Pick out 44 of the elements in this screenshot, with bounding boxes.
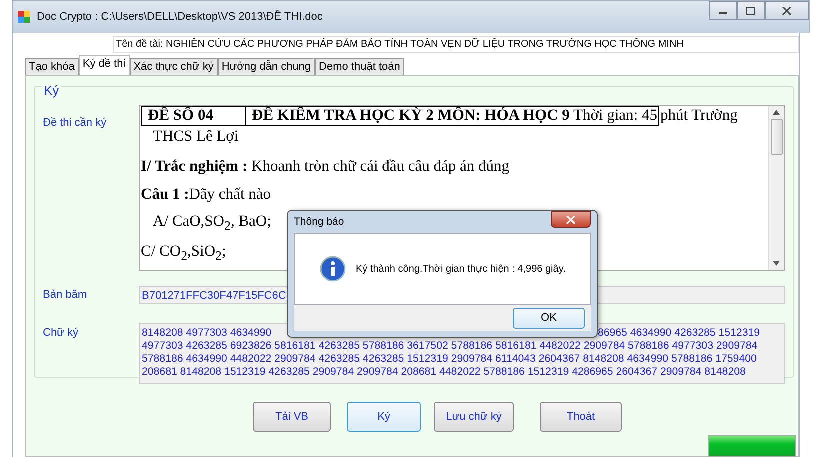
action-button[interactable]: Lưu chữ ký	[434, 402, 514, 432]
group-title: Ký	[42, 83, 62, 98]
close-button[interactable]	[765, 1, 809, 20]
field-label: Bản băm	[43, 289, 88, 301]
action-button[interactable]: Ký	[347, 402, 421, 432]
scroll-bar[interactable]	[768, 106, 784, 270]
signature-text: 8148208 4977303 4634990	[142, 327, 272, 340]
tab[interactable]: Demo thuật toán	[315, 58, 404, 75]
down-arrow-icon[interactable]	[773, 261, 780, 266]
up-arrow-icon[interactable]	[773, 110, 780, 115]
document-text: C/ CO$_{2}$,SiO$_{2}$;	[141, 243, 226, 260]
dialog-message: Ký thành công.Thời gian thực hiện : 4,996 giây.	[356, 264, 566, 274]
window-title: Doc Crypto : C:\Users\DELL\Desktop\VS 2013\ĐỀ THI.doc	[37, 11, 323, 23]
app-icon	[17, 10, 31, 24]
tab[interactable]: Tạo khóa	[25, 58, 79, 75]
topic-label: Tên đề tài: NGHIÊN CỨU CÁC PHƯƠNG PHÁP ĐẢM BẢO TÍNH TOÀN VẸN DỮ LIỆU TRONG TRƯỜNG HỌC THÔNG MINH	[113, 36, 799, 53]
ok-button[interactable]: OK	[513, 308, 585, 328]
table-cell: ĐỀ KIỂM TRA HỌC KỲ 2 MÔN: HÓA HỌC 9 Thời gian: 45	[246, 106, 660, 126]
scroll-thumb[interactable]	[770, 119, 782, 155]
close-icon	[782, 6, 792, 14]
action-button[interactable]: Tải VB	[253, 402, 331, 432]
dialog-title: Thông báo	[294, 216, 344, 228]
signature-text: 5788186 4634990 4482022 2909784 4263285 4263285 1512319 2909784 6114043 2604367 8148208 4634990 5788186 1759400	[142, 353, 757, 366]
minimize-button[interactable]	[709, 1, 737, 20]
tab[interactable]: Hướng dẫn chung	[218, 58, 316, 75]
document-text: Câu 1 :Dãy chất nào	[141, 186, 272, 203]
document-text: phút Trường	[659, 107, 738, 125]
signature-text: 4977303 4263285 6923826 5816181 4263285 5788186 3617502 5788186 5816181 4482022 2909784 5788186 4977303 2909784	[142, 340, 758, 353]
document-text: THCS Lê Lợi	[153, 128, 239, 145]
tab[interactable]: Xác thực chữ ký	[130, 58, 218, 75]
signature-text: 208681 8148208 1512319 4263285 2909784 2909784 208681 4482022 5788186 1512319 4286965 2604367 2909784 8148208	[142, 366, 746, 379]
tab[interactable]: Ký đề thi	[78, 55, 130, 75]
field-label: Chữ ký	[43, 326, 80, 341]
action-button[interactable]: Thoát	[540, 402, 622, 432]
info-icon	[320, 256, 346, 282]
close-icon	[566, 216, 576, 224]
maximize-button[interactable]	[737, 1, 765, 20]
close-button[interactable]	[551, 211, 591, 228]
table-cell: ĐỀ SỐ 04	[141, 106, 246, 126]
field-label: Đề thi cần ký	[43, 116, 108, 131]
maximize-icon	[746, 6, 756, 14]
signature-text: 86965 4634990 4263285 1512319	[598, 327, 760, 340]
document-text: A/ CaO,SO$_{2}$, BaO;	[153, 213, 272, 230]
document-text: I/ Trắc nghiệm : Khoanh tròn chữ cái đầu câu đáp án đúng	[141, 158, 510, 175]
